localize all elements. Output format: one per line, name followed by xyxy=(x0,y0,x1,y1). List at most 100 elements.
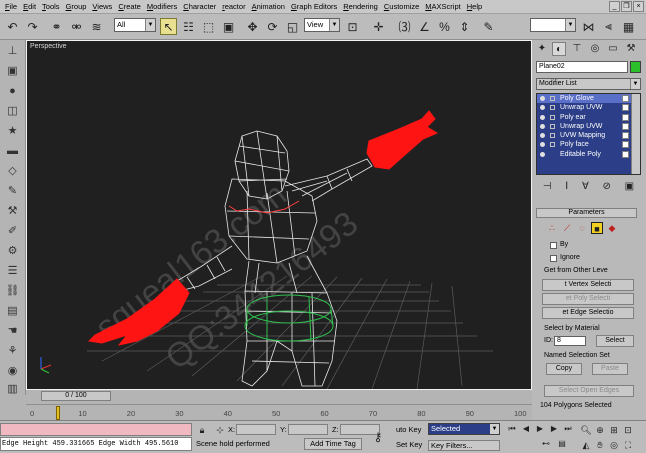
bind-spacewarp-icon[interactable]: ≋ xyxy=(88,18,105,35)
stack-item[interactable]: Poly face xyxy=(537,140,640,149)
menu-maxscript[interactable]: MAXScript xyxy=(422,0,463,14)
spinner-snap-icon[interactable]: ⇕ xyxy=(456,18,473,35)
menu-create[interactable]: Create xyxy=(115,0,144,14)
named-selection-dropdown[interactable]: ▼ xyxy=(530,18,576,32)
orbit-icon[interactable]: ◎ xyxy=(608,439,620,451)
pan-icon[interactable]: ✋︎ xyxy=(594,439,606,451)
hand-icon[interactable]: ☚ xyxy=(5,324,20,339)
undo-icon[interactable]: ↶ xyxy=(4,18,21,35)
x-coordinate-field[interactable] xyxy=(236,424,276,435)
expand-icon[interactable] xyxy=(550,96,555,101)
gear-icon[interactable]: ⚙ xyxy=(5,244,20,259)
edge-mode-icon[interactable]: ⟋ xyxy=(561,222,573,234)
grid-icon[interactable]: ▤ xyxy=(5,304,20,319)
angle-snap-icon[interactable]: ∠ xyxy=(416,18,433,35)
go-to-start-icon[interactable]: ⏮ xyxy=(506,423,518,435)
y-coordinate-field[interactable] xyxy=(288,424,328,435)
expand-icon[interactable] xyxy=(550,133,555,139)
lightbulb-icon[interactable] xyxy=(540,114,545,120)
maxscript-listener-output[interactable]: Edge Height 459.331665 Edge Width 495.56… xyxy=(0,437,192,451)
stack-item[interactable]: Unwrap UVW xyxy=(537,122,640,131)
time-config-icon[interactable]: ▤ xyxy=(556,438,568,450)
menu-tools[interactable]: Tools xyxy=(39,0,63,14)
select-open-edges-button[interactable]: Select Open Edges xyxy=(544,385,634,397)
stack-checkbox[interactable] xyxy=(622,150,629,158)
select-object-icon[interactable]: ↖ xyxy=(160,18,177,35)
next-frame-icon[interactable]: ▶ xyxy=(548,423,560,435)
lightbulb-icon[interactable] xyxy=(540,96,545,101)
pivot-center-icon[interactable]: ⊡ xyxy=(344,18,361,35)
maxscript-listener-input[interactable] xyxy=(0,423,192,436)
perspective-viewport[interactable]: squeal163.com QQ:344216493 Perspective xyxy=(26,40,532,390)
add-time-tag-button[interactable]: Add Time Tag xyxy=(304,438,362,450)
selection-filter-dropdown[interactable]: All ▼ xyxy=(114,18,156,32)
pin-icon[interactable]: ⊥ xyxy=(5,44,20,59)
stack-item[interactable]: Unwrap UVW xyxy=(537,103,640,112)
shape-icon[interactable]: ◇ xyxy=(5,164,20,179)
expand-icon[interactable] xyxy=(550,142,555,148)
menu-animation[interactable]: Animation xyxy=(249,0,288,14)
percent-snap-icon[interactable]: % xyxy=(436,18,453,35)
object-name-field[interactable]: Plane02 xyxy=(536,61,628,73)
hierarchy-tab-icon[interactable]: ⊤ xyxy=(570,42,584,56)
get-poly-selection-button[interactable]: et Poly Selecti xyxy=(542,293,634,305)
border-mode-icon[interactable]: ◌ xyxy=(576,222,588,234)
track-bar[interactable]: 0 10 20 30 40 50 60 70 80 90 100 xyxy=(26,404,532,420)
selected-set-dropdown[interactable]: Selected ▼ xyxy=(428,423,500,435)
expand-icon[interactable] xyxy=(550,123,555,129)
region-select-icon[interactable]: ⬚ xyxy=(200,18,217,35)
paint-icon[interactable]: ✐ xyxy=(5,224,20,239)
layer-manager-icon[interactable]: ▦ xyxy=(620,18,637,35)
get-vertex-selection-button[interactable]: t Vertex Selecti xyxy=(542,279,634,291)
stack-scrollbar[interactable] xyxy=(631,94,640,174)
menu-reactor[interactable]: reactor xyxy=(219,0,248,14)
stack-checkbox[interactable] xyxy=(622,132,629,140)
menu-rendering[interactable]: Rendering xyxy=(340,0,381,14)
render-icon[interactable]: ◉ xyxy=(5,364,20,379)
go-to-end-icon[interactable]: ⏭ xyxy=(562,423,574,435)
scale-icon[interactable]: ◱ xyxy=(284,18,301,35)
copy-button[interactable]: Copy xyxy=(546,363,582,375)
cylinder-icon[interactable]: ◫ xyxy=(5,104,20,119)
stack-item[interactable]: Poly Glove xyxy=(537,94,640,104)
create-tab-icon[interactable]: ✦ xyxy=(535,42,549,56)
box-icon[interactable]: ▣ xyxy=(5,64,20,79)
vertex-mode-icon[interactable]: ∴ xyxy=(546,222,558,234)
menu-views[interactable]: Views xyxy=(89,0,115,14)
auto-key-button[interactable]: uto Key xyxy=(396,425,421,434)
menu-graph-editors[interactable]: Graph Editors xyxy=(288,0,340,14)
rotate-icon[interactable]: ⟳ xyxy=(264,18,281,35)
lock-selection-icon[interactable]: 🔒︎ xyxy=(196,424,208,436)
configure-sets-icon[interactable]: ▣ xyxy=(625,181,634,192)
restore-icon[interactable]: ❐ xyxy=(621,1,632,12)
paste-button[interactable]: Paste xyxy=(592,363,628,375)
utilities-tab-icon[interactable]: ⚒ xyxy=(624,42,638,56)
stack-checkbox[interactable] xyxy=(622,122,629,130)
playhead-marker[interactable] xyxy=(56,406,60,420)
time-slider[interactable]: 0 / 100 xyxy=(26,390,532,402)
snap-toggle-icon[interactable]: ⑶ xyxy=(396,18,413,35)
expand-icon[interactable] xyxy=(550,105,555,111)
object-color-swatch[interactable] xyxy=(630,61,641,73)
reference-coord-dropdown[interactable]: View ▼ xyxy=(304,18,340,32)
menu-help[interactable]: Help xyxy=(464,0,485,14)
lightbulb-icon[interactable] xyxy=(540,105,545,111)
sphere-icon[interactable]: ● xyxy=(5,84,20,99)
remove-modifier-icon[interactable]: ⊘ xyxy=(603,181,611,192)
stack-item[interactable]: Poly ear xyxy=(537,113,640,122)
bones-icon[interactable]: ⚘ xyxy=(5,344,20,359)
close-icon[interactable]: × xyxy=(633,1,644,12)
modify-tab-icon[interactable]: ◐ xyxy=(552,42,566,56)
named-selection-icon[interactable]: ✎ xyxy=(480,18,497,35)
play-icon[interactable]: ▶ xyxy=(534,423,546,435)
stairs-icon[interactable]: ☰ xyxy=(5,264,20,279)
star-icon[interactable]: ★ xyxy=(5,124,20,139)
modifier-list-dropdown[interactable]: Modifier List ▼ xyxy=(536,78,641,90)
window-crossing-icon[interactable]: ▣ xyxy=(220,18,237,35)
menu-edit[interactable]: Edit xyxy=(20,0,39,14)
stack-item[interactable]: Editable Poly xyxy=(537,150,640,159)
redo-icon[interactable]: ↷ xyxy=(24,18,41,35)
lightbulb-icon[interactable] xyxy=(540,123,545,129)
make-unique-icon[interactable]: ∀ xyxy=(582,181,589,192)
zoom-all-icon[interactable]: ⊕ xyxy=(594,424,606,436)
